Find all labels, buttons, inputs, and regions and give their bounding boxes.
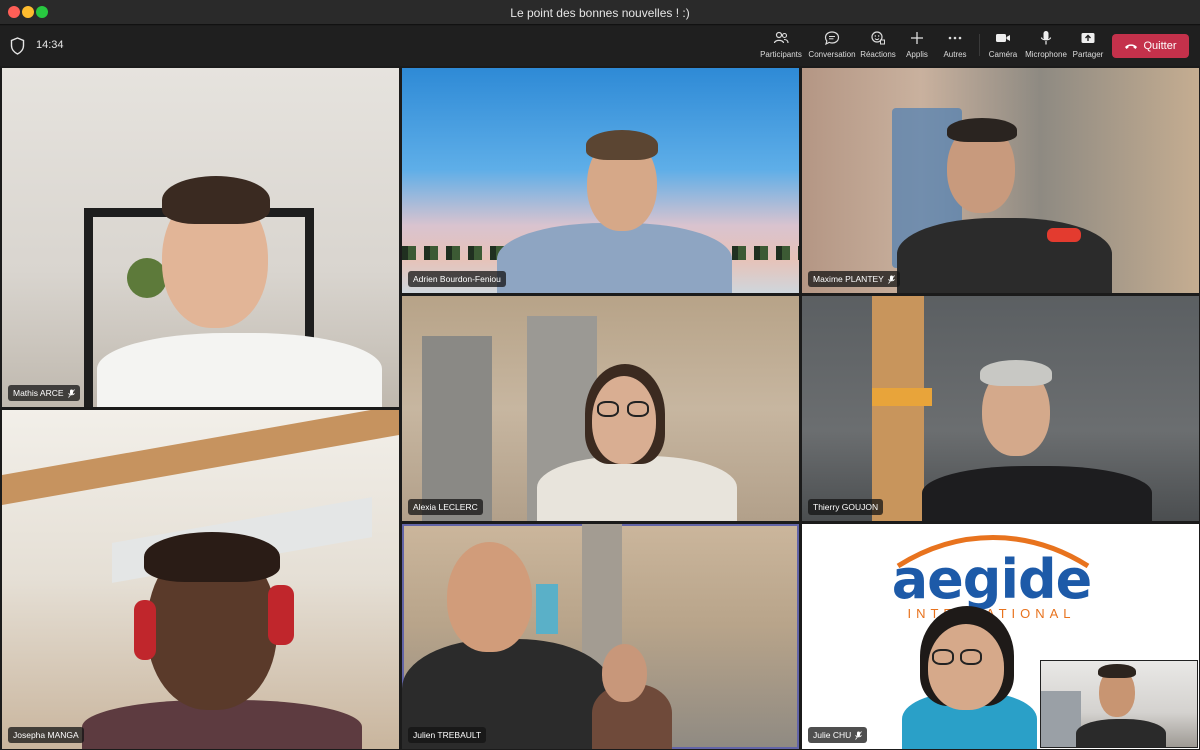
participant-hair xyxy=(947,118,1017,142)
participants-label: Participants xyxy=(760,50,802,59)
chat-icon xyxy=(807,30,857,48)
participant-hair xyxy=(980,360,1052,386)
meeting-toolbar: 14:34 Participants Conversation Réaction… xyxy=(0,26,1200,66)
self-body xyxy=(1076,719,1166,747)
glasses xyxy=(960,649,982,665)
participant-name-tag: Maxime PLANTEY xyxy=(808,271,900,287)
participant-name: Adrien Bourdon-Feniou xyxy=(413,274,501,284)
share-icon xyxy=(1071,30,1105,48)
participant-name-tag: Adrien Bourdon-Feniou xyxy=(408,271,506,287)
microphone-icon xyxy=(1024,30,1068,48)
hang-up-icon xyxy=(1125,44,1138,49)
conversation-label: Conversation xyxy=(808,50,856,59)
company-logo: aegide xyxy=(891,548,1093,611)
sign-on-pillar xyxy=(872,388,932,406)
headphones xyxy=(268,585,294,645)
video-tile-mathis-arce[interactable]: Mathis ARCE xyxy=(2,68,399,407)
microphone-button[interactable]: Microphone xyxy=(1024,30,1068,64)
participant-hair xyxy=(586,130,658,160)
video-tile-thierry-goujon[interactable]: Thierry GOUJON xyxy=(802,296,1199,521)
participant-name-tag: Alexia LECLERC xyxy=(408,499,483,515)
reactions-label: Réactions xyxy=(860,50,896,59)
participant-name: Josepha MANGA xyxy=(13,730,79,740)
apps-label: Applis xyxy=(906,50,928,59)
more-label: Autres xyxy=(943,50,967,59)
conversation-button[interactable]: Conversation xyxy=(807,30,857,64)
reactions-button[interactable]: Réactions xyxy=(859,30,897,64)
participant-name: Julie CHU xyxy=(813,730,852,740)
participant-name: Alexia LECLERC xyxy=(413,502,478,512)
participant-name: Julien TREBAULT xyxy=(413,730,482,740)
participant-head xyxy=(447,542,532,652)
meeting-timer: 14:34 xyxy=(36,39,64,51)
red-wristband xyxy=(1047,228,1081,242)
video-tile-alexia-leclerc[interactable]: Alexia LECLERC xyxy=(402,296,799,521)
participant-body xyxy=(497,223,732,293)
plant xyxy=(127,258,167,298)
mic-off-icon xyxy=(855,730,863,740)
ceiling-beam xyxy=(2,410,399,506)
self-view-preview[interactable] xyxy=(1040,660,1198,748)
participant-name: Mathis ARCE xyxy=(13,388,64,398)
camera-label: Caméra xyxy=(988,50,1018,59)
title-bar: Le point des bonnes nouvelles ! :) xyxy=(0,0,1200,25)
wooden-pillar xyxy=(872,296,924,521)
participant-name-tag: Julie CHU xyxy=(808,727,868,743)
participant-head xyxy=(928,624,1004,710)
leave-label: Quitter xyxy=(1143,40,1177,52)
glasses xyxy=(932,649,954,665)
participant-body xyxy=(97,333,382,407)
glasses xyxy=(597,401,619,417)
microphone-label: Microphone xyxy=(1025,50,1067,59)
participant-head xyxy=(592,376,656,464)
video-tile-josepha-manga[interactable]: Josepha MANGA xyxy=(2,410,399,749)
participant-body xyxy=(897,218,1112,293)
plus-icon xyxy=(902,30,932,48)
participant-name-tag: Julien TREBAULT xyxy=(408,727,487,743)
poster xyxy=(536,584,558,634)
apps-button[interactable]: Applis xyxy=(902,30,932,64)
video-tile-adrien-bourdon-feniou[interactable]: Adrien Bourdon-Feniou xyxy=(402,68,799,293)
shield-icon xyxy=(10,37,25,55)
self-hair xyxy=(1098,664,1136,678)
video-tile-maxime-plantey[interactable]: Maxime PLANTEY xyxy=(802,68,1199,293)
participants-button[interactable]: Participants xyxy=(758,30,804,64)
headphones xyxy=(134,600,156,660)
participant-name: Thierry GOUJON xyxy=(813,502,879,512)
video-tile-julien-trebault[interactable]: Julien TREBAULT xyxy=(402,524,799,749)
more-icon xyxy=(940,30,970,48)
concrete-pillar xyxy=(422,336,492,521)
window-title: Le point des bonnes nouvelles ! :) xyxy=(510,6,690,20)
participant-name-tag: Josepha MANGA xyxy=(8,727,84,743)
participant-name-tag: Thierry GOUJON xyxy=(808,499,884,515)
participant-name: Maxime PLANTEY xyxy=(813,274,884,284)
leave-meeting-button[interactable]: Quitter xyxy=(1112,34,1189,58)
mic-off-icon xyxy=(888,274,895,284)
glasses xyxy=(627,401,649,417)
reactions-icon xyxy=(859,30,897,48)
share-button[interactable]: Partager xyxy=(1071,30,1105,64)
camera-icon xyxy=(987,30,1019,48)
mic-off-icon xyxy=(67,388,75,398)
participant-name-tag: Mathis ARCE xyxy=(8,385,80,401)
window-frame xyxy=(1041,691,1081,747)
participant-body xyxy=(922,466,1152,521)
second-person-head xyxy=(602,644,647,702)
participant-hair xyxy=(162,176,270,224)
participant-hair xyxy=(144,532,280,582)
participant-body xyxy=(537,456,737,521)
more-button[interactable]: Autres xyxy=(940,30,970,64)
toolbar-divider xyxy=(979,34,980,56)
people-icon xyxy=(758,30,804,48)
camera-button[interactable]: Caméra xyxy=(987,30,1019,64)
share-label: Partager xyxy=(1072,50,1104,59)
